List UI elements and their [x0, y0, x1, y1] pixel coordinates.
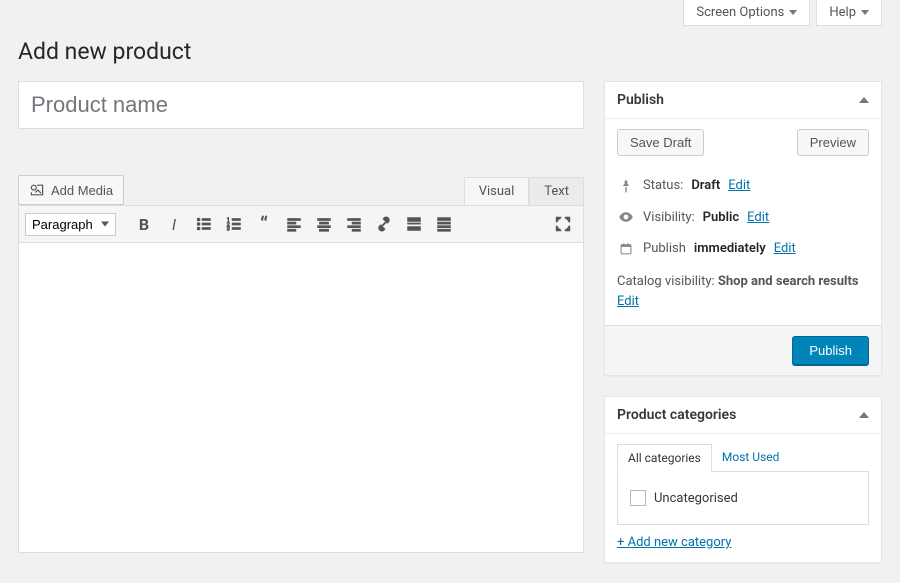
edit-visibility-link[interactable]: Edit: [747, 210, 769, 225]
add-media-label: Add Media: [51, 183, 113, 198]
tab-all-categories[interactable]: All categories: [617, 444, 712, 472]
visibility-label: Visibility:: [643, 210, 695, 225]
caret-down-icon: [789, 10, 797, 15]
tab-most-used[interactable]: Most Used: [712, 444, 790, 472]
product-name-input[interactable]: [18, 81, 584, 129]
visibility-value: Public: [703, 210, 739, 225]
blockquote-button[interactable]: “: [250, 210, 278, 238]
product-categories-box: Product categories All categories Most U…: [604, 396, 882, 563]
category-item[interactable]: Uncategorised: [630, 486, 856, 510]
status-value: Draft: [691, 178, 720, 193]
category-checkbox[interactable]: [630, 490, 646, 506]
caret-down-icon: [861, 10, 869, 15]
collapse-icon[interactable]: [859, 412, 869, 418]
align-center-button[interactable]: [310, 210, 338, 238]
read-more-button[interactable]: [400, 210, 428, 238]
publish-value: immediately: [694, 241, 766, 256]
editor-toolbar: Paragraph B I 123 “: [18, 205, 584, 243]
fullscreen-button[interactable]: [549, 210, 577, 238]
format-select[interactable]: Paragraph: [25, 213, 116, 236]
screen-options-tab[interactable]: Screen Options: [683, 0, 810, 26]
calendar-icon: [617, 242, 635, 256]
category-label: Uncategorised: [654, 491, 738, 506]
eye-icon: [617, 209, 635, 225]
bold-button[interactable]: B: [130, 210, 158, 238]
edit-status-link[interactable]: Edit: [728, 178, 750, 193]
help-label: Help: [829, 5, 856, 20]
page-title: Add new product: [18, 36, 882, 81]
catalog-label: Catalog visibility:: [617, 274, 715, 289]
publish-button[interactable]: Publish: [792, 336, 869, 365]
edit-schedule-link[interactable]: Edit: [774, 241, 796, 256]
publish-label: Publish: [643, 241, 686, 256]
status-label: Status:: [643, 178, 683, 193]
publish-box: Publish Save Draft Preview Status: Draft…: [604, 81, 882, 376]
numbered-list-button[interactable]: 123: [220, 210, 248, 238]
help-tab[interactable]: Help: [816, 0, 882, 26]
pin-icon: [617, 179, 635, 193]
publish-heading: Publish: [617, 92, 664, 108]
bullet-list-button[interactable]: [190, 210, 218, 238]
media-icon: [29, 182, 45, 198]
catalog-value: Shop and search results: [718, 274, 859, 289]
align-left-button[interactable]: [280, 210, 308, 238]
screen-options-label: Screen Options: [696, 5, 784, 20]
toolbar-toggle-button[interactable]: [430, 210, 458, 238]
preview-button[interactable]: Preview: [797, 129, 869, 156]
add-new-category-link[interactable]: + Add new category: [617, 525, 731, 550]
add-media-button[interactable]: Add Media: [18, 175, 124, 205]
categories-heading: Product categories: [617, 407, 736, 423]
align-right-button[interactable]: [340, 210, 368, 238]
link-button[interactable]: [370, 210, 398, 238]
tab-visual[interactable]: Visual: [464, 177, 530, 205]
svg-text:3: 3: [227, 226, 230, 232]
edit-catalog-link[interactable]: Edit: [617, 294, 639, 309]
collapse-icon[interactable]: [859, 97, 869, 103]
save-draft-button[interactable]: Save Draft: [617, 129, 704, 156]
tab-text[interactable]: Text: [529, 177, 584, 205]
editor-content-area[interactable]: [18, 243, 584, 553]
italic-button[interactable]: I: [160, 210, 188, 238]
